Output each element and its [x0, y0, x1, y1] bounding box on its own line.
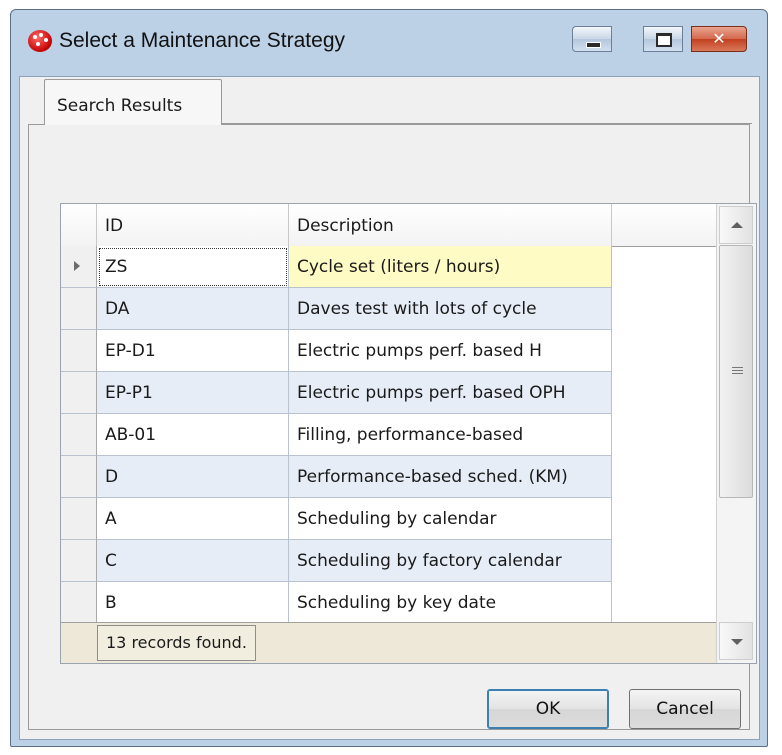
row-indicator[interactable]	[61, 246, 97, 288]
cell-text: A	[105, 509, 117, 529]
row-indicator[interactable]	[61, 372, 97, 414]
table-row[interactable]: B Scheduling by key date	[61, 582, 716, 622]
cell-text: Scheduling by key date	[297, 593, 497, 613]
cell-text: Performance-based sched. (KM)	[297, 467, 568, 487]
cell-description[interactable]: Daves test with lots of cycle	[289, 288, 612, 330]
record-count: 13 records found.	[97, 625, 256, 661]
row-indicator[interactable]	[61, 498, 97, 540]
column-header-id[interactable]: ID	[97, 204, 289, 246]
table-row[interactable]: A Scheduling by calendar	[61, 498, 716, 540]
cell-id[interactable]: D	[97, 456, 289, 498]
cell-text: Electric pumps perf. based OPH	[297, 383, 566, 403]
scroll-down-button[interactable]	[719, 622, 753, 660]
cell-text: Scheduling by calendar	[297, 509, 497, 529]
app-icon	[28, 30, 52, 52]
maximize-button[interactable]	[643, 26, 683, 52]
row-indicator[interactable]	[61, 414, 97, 456]
cell-text: C	[105, 551, 117, 571]
cell-id[interactable]: EP-P1	[97, 372, 289, 414]
row-indicator-header	[61, 204, 97, 246]
column-header-description[interactable]: Description	[289, 204, 612, 246]
cell-description[interactable]: Filling, performance-based	[289, 414, 612, 456]
table-row[interactable]: DA Daves test with lots of cycle	[61, 288, 716, 330]
cell-description[interactable]: Scheduling by key date	[289, 582, 612, 622]
arrow-down-icon	[731, 639, 743, 645]
cell-text: Filling, performance-based	[297, 425, 524, 445]
row-indicator[interactable]	[61, 330, 97, 372]
scroll-up-button[interactable]	[719, 206, 753, 244]
current-row-arrow-icon	[74, 261, 80, 271]
cell-text: B	[105, 593, 117, 613]
table-row[interactable]: C Scheduling by factory calendar	[61, 540, 716, 582]
ok-button[interactable]: OK	[487, 689, 609, 729]
cell-description[interactable]: Cycle set (liters / hours)	[289, 246, 612, 288]
minimize-icon	[586, 42, 601, 48]
cell-text: D	[105, 467, 119, 487]
cell-id[interactable]: B	[97, 582, 289, 622]
cell-id[interactable]: C	[97, 540, 289, 582]
cell-text: EP-P1	[105, 383, 153, 403]
cell-id[interactable]: AB-01	[97, 414, 289, 456]
column-header-label: Description	[297, 216, 394, 236]
grid-footer: 13 records found.	[61, 622, 716, 663]
arrow-up-icon	[731, 222, 743, 228]
cell-text: Electric pumps perf. based H	[297, 341, 542, 361]
row-indicator[interactable]	[61, 540, 97, 582]
cell-text: DA	[105, 299, 130, 319]
grid-rows: ZS Cycle set (liters / hours) DA Daves test…	[61, 246, 716, 622]
row-indicator[interactable]	[61, 582, 97, 622]
cell-text: Daves test with lots of cycle	[297, 299, 537, 319]
window-title: Select a Maintenance Strategy	[59, 29, 346, 52]
cell-text: Scheduling by factory calendar	[297, 551, 562, 571]
table-row[interactable]: EP-D1 Electric pumps perf. based H	[61, 330, 716, 372]
cell-text: ZS	[105, 257, 128, 277]
tab-search-results[interactable]: Search Results	[44, 79, 222, 125]
cell-id[interactable]: ZS	[97, 246, 289, 288]
table-row[interactable]: ZS Cycle set (liters / hours)	[61, 246, 716, 288]
cell-description[interactable]: Electric pumps perf. based H	[289, 330, 612, 372]
cell-id[interactable]: EP-D1	[97, 330, 289, 372]
maximize-icon	[656, 33, 672, 47]
table-row[interactable]: D Performance-based sched. (KM)	[61, 456, 716, 498]
minimize-button[interactable]	[572, 26, 612, 52]
title-bar[interactable]: Select a Maintenance Strategy ✕	[11, 10, 767, 76]
cell-description[interactable]: Electric pumps perf. based OPH	[289, 372, 612, 414]
dialog-window: Select a Maintenance Strategy ✕ Search R…	[10, 9, 768, 747]
row-indicator[interactable]	[61, 288, 97, 330]
cell-text: AB-01	[105, 425, 157, 445]
vertical-scrollbar[interactable]	[716, 204, 756, 663]
table-row[interactable]: AB-01 Filling, performance-based	[61, 414, 716, 456]
cell-description[interactable]: Scheduling by factory calendar	[289, 540, 612, 582]
dialog-client-area: Search Results ID Description ZS Cycle se…	[19, 76, 760, 740]
close-icon: ✕	[712, 29, 726, 48]
results-grid[interactable]: ID Description ZS Cycle set (liters / hou…	[60, 203, 757, 664]
cell-text: Cycle set (liters / hours)	[297, 257, 501, 277]
cell-id[interactable]: DA	[97, 288, 289, 330]
row-indicator[interactable]	[61, 456, 97, 498]
scroll-thumb[interactable]	[719, 245, 753, 498]
cell-id[interactable]: A	[97, 498, 289, 540]
grid-header: ID Description	[61, 204, 716, 247]
cancel-button[interactable]: Cancel	[629, 689, 741, 729]
column-header-filler	[612, 204, 716, 246]
table-row[interactable]: EP-P1 Electric pumps perf. based OPH	[61, 372, 716, 414]
cell-description[interactable]: Performance-based sched. (KM)	[289, 456, 612, 498]
cell-text: EP-D1	[105, 341, 156, 361]
cell-description[interactable]: Scheduling by calendar	[289, 498, 612, 540]
close-button[interactable]: ✕	[691, 26, 747, 52]
tab-label: Search Results	[57, 96, 183, 116]
column-header-label: ID	[105, 216, 124, 236]
